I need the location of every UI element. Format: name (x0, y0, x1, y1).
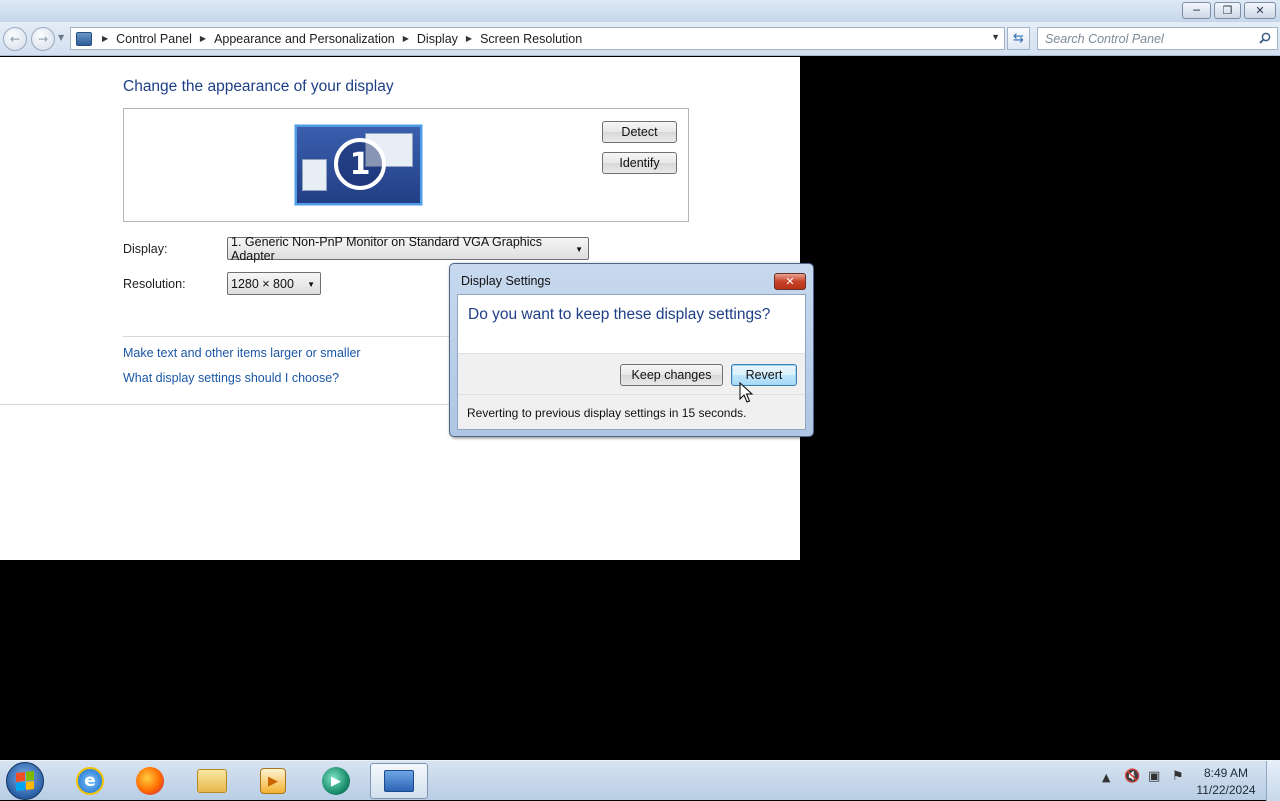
monitor-preview-area: 1 Detect Identify (123, 108, 689, 222)
search-icon (1259, 32, 1271, 44)
breadcrumb-display[interactable]: Display (417, 32, 458, 46)
resolution-select[interactable]: 1280 × 800 ▼ (227, 272, 321, 295)
mouse-cursor-icon (739, 382, 753, 403)
clock-date[interactable]: 11/22/2024 (1196, 783, 1256, 797)
restore-button[interactable]: ❐ (1214, 2, 1241, 19)
volume-muted-icon[interactable]: 🔇 (1124, 769, 1140, 784)
control-panel-icon (76, 31, 92, 46)
close-window-button[interactable]: ✕ (1244, 2, 1276, 19)
back-arrow-icon: ← (9, 32, 21, 46)
chevron-right-icon[interactable]: ▶ (200, 34, 206, 43)
taskbar-internet-explorer[interactable]: e (61, 763, 119, 799)
taskbar: e ▶ ▶ ▲ 🔇 ▣ ⚑ 8:49 AM 11/22/2024 (0, 760, 1280, 801)
internet-explorer-icon: e (76, 767, 104, 795)
section-divider (123, 336, 450, 337)
start-button[interactable] (6, 762, 44, 800)
close-icon: ✕ (1255, 4, 1265, 17)
media-player-icon: ▶ (260, 768, 286, 794)
app-icon: ▶ (322, 767, 350, 795)
monitor-sidebar-graphic (302, 159, 327, 191)
breadcrumb-appearance[interactable]: Appearance and Personalization (214, 32, 395, 46)
clock-time[interactable]: 8:49 AM (1196, 766, 1256, 780)
chevron-right-icon[interactable]: ▶ (466, 34, 472, 43)
windows-logo-icon (16, 771, 34, 791)
restore-icon: ❐ (1222, 4, 1233, 17)
monitor-number: 1 (334, 138, 386, 190)
page-title: Change the appearance of your display (123, 78, 394, 95)
navigation-bar: ← → ▼ ▶ Control Panel ▶ Appearance and P… (0, 22, 1280, 56)
window-titlebar: ─ ❐ ✕ (0, 0, 1280, 22)
display-help-link[interactable]: What display settings should I choose? (123, 371, 339, 385)
search-placeholder: Search Control Panel (1045, 31, 1164, 46)
taskbar-app[interactable]: ▶ (307, 763, 365, 799)
dropdown-arrow-icon: ▼ (307, 280, 315, 289)
display-settings-dialog: Display Settings ✕ Do you want to keep t… (449, 263, 814, 437)
text-size-link[interactable]: Make text and other items larger or smal… (123, 346, 361, 360)
back-button[interactable]: ← (3, 27, 27, 51)
breadcrumb-control-panel[interactable]: Control Panel (116, 32, 192, 46)
monitor-1-thumbnail[interactable]: 1 (295, 125, 422, 205)
action-center-flag-icon[interactable]: ⚑ (1172, 769, 1184, 784)
refresh-icon: ⇆ (1013, 31, 1024, 46)
display-select[interactable]: 1. Generic Non-PnP Monitor on Standard V… (227, 234, 589, 263)
display-settings-icon (384, 770, 414, 792)
refresh-button[interactable]: ⇆ (1007, 27, 1030, 50)
breadcrumb-screen-resolution[interactable]: Screen Resolution (480, 32, 582, 46)
close-icon: ✕ (785, 275, 795, 288)
forward-arrow-icon: → (37, 32, 49, 46)
file-explorer-icon (197, 769, 227, 793)
dialog-body: Do you want to keep these display settin… (457, 294, 806, 430)
dropdown-arrow-icon: ▼ (575, 245, 583, 254)
resolution-select-value: 1280 × 800 (231, 276, 294, 291)
search-input[interactable]: Search Control Panel (1037, 27, 1278, 50)
minimize-button[interactable]: ─ (1182, 2, 1211, 19)
chevron-right-icon[interactable]: ▶ (403, 34, 409, 43)
dialog-question: Do you want to keep these display settin… (468, 306, 771, 323)
resolution-label: Resolution: (123, 277, 186, 291)
detect-button[interactable]: Detect (602, 121, 677, 143)
network-icon[interactable]: ▣ (1148, 769, 1160, 784)
show-hidden-icons-arrow[interactable]: ▲ (1102, 771, 1110, 784)
dialog-title: Display Settings (461, 274, 551, 288)
taskbar-display-settings[interactable] (370, 763, 428, 799)
forward-button[interactable]: → (31, 27, 55, 51)
chevron-right-icon[interactable]: ▶ (102, 34, 108, 43)
taskbar-media-player[interactable]: ▶ (244, 763, 302, 799)
display-select-value: 1. Generic Non-PnP Monitor on Standard V… (231, 234, 543, 263)
taskbar-file-explorer[interactable] (183, 763, 241, 799)
address-bar[interactable]: ▶ Control Panel ▶ Appearance and Persona… (70, 27, 1005, 50)
taskbar-firefox[interactable] (121, 763, 179, 799)
show-desktop-button[interactable] (1266, 761, 1280, 801)
dialog-close-button[interactable]: ✕ (774, 273, 806, 290)
address-dropdown-icon[interactable]: ▼ (991, 32, 1000, 42)
identify-button[interactable]: Identify (602, 152, 677, 174)
minimize-icon: ─ (1193, 4, 1200, 17)
recent-pages-dropdown[interactable]: ▼ (58, 33, 67, 43)
countdown-text: Reverting to previous display settings i… (467, 406, 747, 420)
display-label: Display: (123, 242, 168, 256)
keep-changes-button[interactable]: Keep changes (620, 364, 723, 386)
footer-divider (0, 404, 450, 405)
firefox-icon (136, 767, 164, 795)
